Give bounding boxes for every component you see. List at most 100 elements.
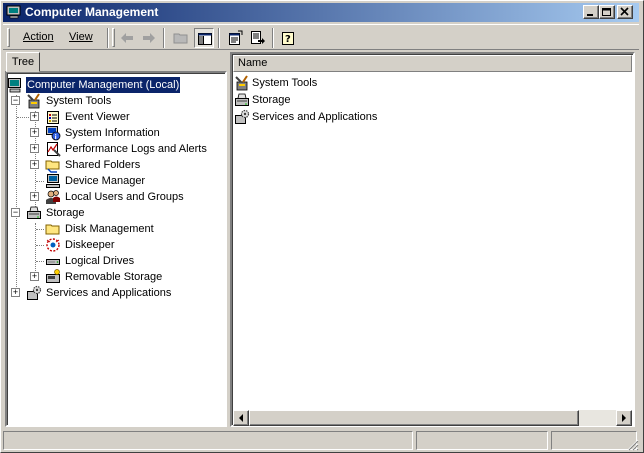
forward-arrow-icon xyxy=(143,33,155,43)
show-hide-tree-icon xyxy=(198,33,212,45)
tree-line xyxy=(36,245,44,246)
status-bar xyxy=(3,431,639,451)
expand-icon[interactable]: + xyxy=(11,288,20,297)
removable-storage-icon xyxy=(46,269,60,283)
view-menu[interactable]: View xyxy=(67,30,95,44)
expand-icon[interactable]: + xyxy=(30,272,39,281)
close-icon xyxy=(620,7,629,16)
tree-label-system-information: System Information xyxy=(65,127,160,139)
shared-folder-icon xyxy=(45,160,60,173)
services-icon xyxy=(27,285,42,300)
up-one-level-button[interactable] xyxy=(171,28,191,48)
storage-icon xyxy=(27,206,41,219)
help-icon: ? xyxy=(282,32,294,45)
disk-management-icon xyxy=(45,224,60,235)
storage-icon xyxy=(235,93,249,106)
action-menu[interactable]: Action xyxy=(21,30,56,44)
tree-line xyxy=(36,229,44,230)
tree-label-diskeeper: Diskeeper xyxy=(65,239,115,251)
horizontal-scrollbar[interactable] xyxy=(233,410,632,426)
list-item-label: Services and Applications xyxy=(252,111,378,123)
performance-logs-icon xyxy=(47,142,61,157)
tree-line xyxy=(17,117,31,118)
system-information-icon: i xyxy=(46,126,61,141)
tree-label-shared-folders: Shared Folders xyxy=(65,159,141,171)
tree-label-removable-storage: Removable Storage xyxy=(65,271,163,283)
export-list-button[interactable] xyxy=(248,28,268,48)
tree-pane[interactable]: Computer Management (Local) − System Too… xyxy=(5,71,227,427)
svg-text:i: i xyxy=(55,134,57,141)
tree-label-root: Computer Management (Local) xyxy=(24,76,182,94)
export-list-icon xyxy=(251,31,265,44)
toolbar-separator-4 xyxy=(272,28,274,48)
properties-button[interactable] xyxy=(225,28,245,48)
diskeeper-icon xyxy=(46,238,60,252)
users-icon xyxy=(46,190,60,204)
scroll-right-button[interactable] xyxy=(616,410,632,426)
system-tools-icon xyxy=(27,93,40,109)
status-panel-3 xyxy=(551,431,637,450)
details-pane[interactable]: Name System Tools Storage Services and A… xyxy=(230,52,635,427)
tree-line xyxy=(36,181,44,182)
close-button[interactable] xyxy=(617,5,633,19)
minimize-button[interactable] xyxy=(583,5,599,19)
forward-button[interactable] xyxy=(139,28,159,48)
expand-icon[interactable]: + xyxy=(30,160,39,169)
tree-label-system-tools: System Tools xyxy=(46,95,112,107)
list-item-label: System Tools xyxy=(252,77,318,89)
computer-icon xyxy=(8,78,21,93)
tree-line xyxy=(35,223,36,271)
scroll-left-button[interactable] xyxy=(233,410,249,426)
title-bar[interactable]: Computer Management xyxy=(3,3,639,22)
list-item-label: Storage xyxy=(252,94,291,106)
tree-label-performance-logs: Performance Logs and Alerts xyxy=(65,143,207,155)
expand-icon[interactable]: + xyxy=(30,192,39,201)
status-panel-2 xyxy=(416,431,548,450)
tree-label-storage: Storage xyxy=(46,207,85,219)
column-header-name-label: Name xyxy=(238,57,268,69)
back-button[interactable] xyxy=(117,28,137,48)
services-icon xyxy=(235,109,250,124)
expand-icon[interactable]: + xyxy=(30,128,39,137)
collapse-icon[interactable]: − xyxy=(11,208,20,217)
properties-icon xyxy=(229,30,243,45)
tree-label-logical-drives: Logical Drives xyxy=(65,255,135,267)
tree-label-device-manager: Device Manager xyxy=(65,175,146,187)
toolbar-separator-2 xyxy=(163,28,165,48)
expand-icon[interactable]: + xyxy=(30,144,39,153)
action-menu-label: Action xyxy=(23,31,54,43)
tab-tree-label: Tree xyxy=(11,56,35,68)
system-tools-icon xyxy=(235,75,248,91)
status-panel-main xyxy=(3,431,413,450)
drive-icon xyxy=(46,259,60,265)
collapse-icon[interactable]: − xyxy=(11,96,20,105)
column-header: Name xyxy=(233,55,632,72)
tree-label-services-applications: Services and Applications xyxy=(46,287,172,299)
restore-icon xyxy=(602,8,611,16)
tree-label-event-viewer: Event Viewer xyxy=(65,111,130,123)
column-header-name[interactable]: Name xyxy=(234,56,633,71)
tree-line xyxy=(36,261,44,262)
computer-management-icon xyxy=(6,5,21,19)
back-arrow-icon xyxy=(121,33,133,43)
computer-management-window: Computer Management Action View ? Tree C… xyxy=(0,0,644,453)
toolbar-grip[interactable] xyxy=(7,28,10,47)
up-folder-icon xyxy=(173,33,188,44)
svg-text:?: ? xyxy=(285,34,291,45)
show-hide-tree-button[interactable] xyxy=(194,28,214,48)
minimize-icon xyxy=(587,14,593,16)
view-menu-label: View xyxy=(69,31,93,43)
expand-icon[interactable]: + xyxy=(30,112,39,121)
device-manager-icon xyxy=(46,174,60,188)
scrollbar-thumb[interactable] xyxy=(249,410,579,426)
scroll-right-arrow-icon xyxy=(622,414,626,422)
restore-button[interactable] xyxy=(599,5,615,19)
tree-line xyxy=(16,95,17,295)
menu-toolbar: Action View ? xyxy=(3,24,639,50)
resize-grip-icon[interactable] xyxy=(627,439,639,451)
tab-tree[interactable]: Tree xyxy=(6,52,40,72)
toolbar-grip-2[interactable] xyxy=(112,28,115,47)
tree-label-local-users-groups: Local Users and Groups xyxy=(65,191,184,203)
help-button[interactable]: ? xyxy=(279,28,299,48)
window-title: Computer Management xyxy=(25,5,159,19)
